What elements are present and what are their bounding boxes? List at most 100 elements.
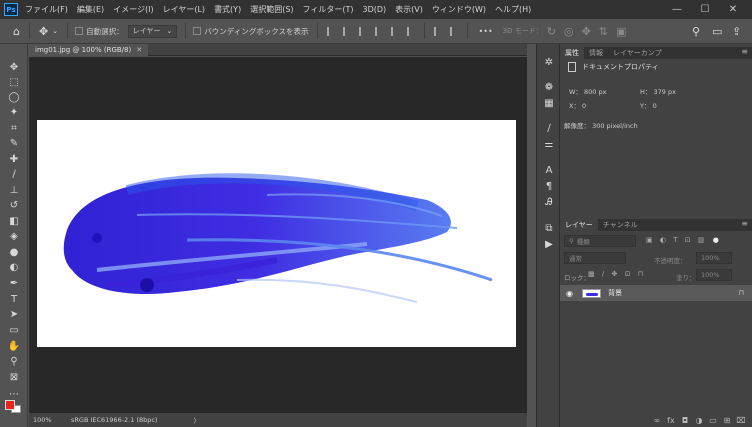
color-swatches[interactable] xyxy=(5,396,21,413)
link-layers-icon[interactable]: ∞ xyxy=(650,416,664,425)
3d-slide-icon[interactable]: ⇅ xyxy=(599,25,608,38)
blur-icon[interactable]: ● xyxy=(0,245,28,259)
menu-help[interactable]: ヘルプ(H) xyxy=(495,4,531,15)
zoom-icon[interactable]: ⚲ xyxy=(0,354,28,368)
filter-toggle-icon[interactable]: ● xyxy=(713,236,719,244)
move-icon[interactable]: ✥ xyxy=(0,60,28,74)
glyphs-icon[interactable]: Ꭿ xyxy=(537,195,561,209)
path-select-icon[interactable]: ➤ xyxy=(0,307,28,321)
opacity-field[interactable]: 100% xyxy=(696,252,732,264)
x-value[interactable]: 0 xyxy=(582,102,586,110)
zoom-level[interactable]: 100% xyxy=(33,416,63,424)
align-bottom-icon[interactable] xyxy=(406,26,415,36)
lock-artboard-icon[interactable]: ⊡ xyxy=(625,270,631,278)
align-left-icon[interactable] xyxy=(326,26,335,36)
add-mask-icon[interactable]: ◘ xyxy=(678,416,692,425)
align-right-icon[interactable] xyxy=(358,26,367,36)
lock-position-icon[interactable]: ✥ xyxy=(611,270,617,278)
frame-icon[interactable]: ⊠ xyxy=(0,370,28,384)
tab-channels[interactable]: チャンネル xyxy=(598,219,643,231)
healing-icon[interactable]: ✚ xyxy=(0,152,28,166)
layer-comps-icon[interactable]: ⧉ xyxy=(537,221,561,235)
paragraph-icon[interactable]: ¶ xyxy=(537,179,561,193)
foreground-color-swatch[interactable] xyxy=(5,400,15,410)
3d-pan-icon[interactable]: ✥ xyxy=(582,25,591,38)
distribute-vertical-icon[interactable] xyxy=(433,26,442,36)
fill-field[interactable]: 100% xyxy=(696,269,732,281)
eyedropper-icon[interactable]: ✎ xyxy=(0,136,28,150)
fx-icon[interactable]: fx xyxy=(664,416,678,425)
lock-paint-icon[interactable]: ∕ xyxy=(602,270,604,278)
lasso-icon[interactable]: ◯ xyxy=(0,90,28,104)
width-value[interactable]: 800 px xyxy=(584,88,606,96)
3d-orbit-icon[interactable]: ↻ xyxy=(547,25,556,38)
bounding-box-checkbox[interactable] xyxy=(193,27,202,35)
new-group-icon[interactable]: ▭ xyxy=(706,416,720,425)
panel-menu-icon[interactable]: ≡ xyxy=(741,47,748,56)
align-middle-icon[interactable] xyxy=(390,26,399,36)
tab-properties[interactable]: 属性 xyxy=(560,47,584,59)
menu-type[interactable]: 書式(Y) xyxy=(214,4,241,15)
canvas-area[interactable] xyxy=(29,57,527,413)
y-value[interactable]: 0 xyxy=(653,102,657,110)
menu-filter[interactable]: フィルター(T) xyxy=(303,4,354,15)
color-palette-icon[interactable]: ❁ xyxy=(537,80,561,94)
home-icon[interactable]: ⌂ xyxy=(13,25,20,38)
panel-menu-icon[interactable]: ≡ xyxy=(741,219,748,228)
auto-select-checkbox[interactable] xyxy=(75,27,84,35)
menu-window[interactable]: ウィンドウ(W) xyxy=(432,4,486,15)
crop-icon[interactable]: ⌗ xyxy=(0,121,28,135)
menu-layer[interactable]: レイヤー(L) xyxy=(163,4,205,15)
close-tab-icon[interactable]: ✕ xyxy=(136,46,142,54)
3d-roll-icon[interactable]: ◎ xyxy=(564,25,574,38)
history-brush-icon[interactable]: ↺ xyxy=(0,198,28,212)
stamp-icon[interactable]: ⊥ xyxy=(0,183,28,197)
brush-settings-icon[interactable]: ∕ xyxy=(537,121,561,135)
hand-icon[interactable]: ✋ xyxy=(0,339,28,353)
tab-info[interactable]: 情報 xyxy=(584,47,608,59)
eraser-icon[interactable]: ◧ xyxy=(0,214,28,228)
move-tool-preset-icon[interactable]: ✥ xyxy=(39,25,48,38)
chevron-down-icon[interactable]: ⌄ xyxy=(52,27,58,35)
menu-select[interactable]: 選択範囲(S) xyxy=(250,4,293,15)
pen-icon[interactable]: ✒ xyxy=(0,276,28,290)
layer-filter-select[interactable]: ⚲ 種類 xyxy=(564,235,636,247)
document-tab[interactable]: img01.jpg @ 100% (RGB/8) ✕ xyxy=(29,44,149,56)
workspace-icon[interactable]: ▭ xyxy=(712,25,722,38)
search-icon[interactable]: ⚲ xyxy=(692,25,700,38)
height-value[interactable]: 379 px xyxy=(653,88,675,96)
tab-layers[interactable]: レイヤー xyxy=(560,219,598,231)
more-options-button[interactable]: ••• xyxy=(479,27,493,36)
adjustment-filter-icon[interactable]: ◐ xyxy=(660,236,666,244)
adjustment-layer-icon[interactable]: ◑ xyxy=(692,416,706,425)
align-top-icon[interactable] xyxy=(374,26,383,36)
close-button[interactable]: ✕ xyxy=(722,0,744,19)
shape-filter-icon[interactable]: ⊡ xyxy=(685,236,691,244)
status-menu-arrow[interactable]: 〉 xyxy=(194,415,201,425)
type-icon[interactable]: T xyxy=(0,292,28,306)
tab-layer-comps[interactable]: レイヤーカンプ xyxy=(608,47,667,59)
marquee-icon[interactable]: ⬚ xyxy=(0,75,28,89)
blend-mode-select[interactable]: 通常 xyxy=(564,252,626,264)
sliders-icon[interactable]: ⚌ xyxy=(537,137,561,151)
menu-file[interactable]: ファイル(F) xyxy=(25,4,68,15)
new-layer-icon[interactable]: ⊞ xyxy=(720,416,734,425)
layer-name[interactable]: 背景 xyxy=(608,288,622,298)
swatches-grid-icon[interactable]: ▦ xyxy=(537,96,561,110)
lock-all-icon[interactable]: ⊓ xyxy=(638,270,643,278)
layer-row[interactable]: ◉ 背景 ⊓ xyxy=(560,285,752,301)
lock-icon[interactable]: ⊓ xyxy=(739,289,744,297)
dodge-icon[interactable]: ◐ xyxy=(0,260,28,274)
3d-camera-icon[interactable]: ▣ xyxy=(616,25,626,38)
distribute-horizontal-icon[interactable] xyxy=(449,26,458,36)
menu-image[interactable]: イメージ(I) xyxy=(113,4,153,15)
actions-play-icon[interactable]: ▶ xyxy=(537,237,561,251)
eye-icon[interactable]: ◉ xyxy=(566,289,576,298)
lock-transparent-icon[interactable]: ▩ xyxy=(588,270,595,278)
adjustments-icon[interactable]: ✲ xyxy=(537,55,561,69)
bucket-icon[interactable]: ◈ xyxy=(0,229,28,243)
align-center-icon[interactable] xyxy=(342,26,351,36)
share-icon[interactable]: ⇪ xyxy=(732,25,741,38)
shape-icon[interactable]: ▭ xyxy=(0,323,28,337)
menu-view[interactable]: 表示(V) xyxy=(395,4,423,15)
